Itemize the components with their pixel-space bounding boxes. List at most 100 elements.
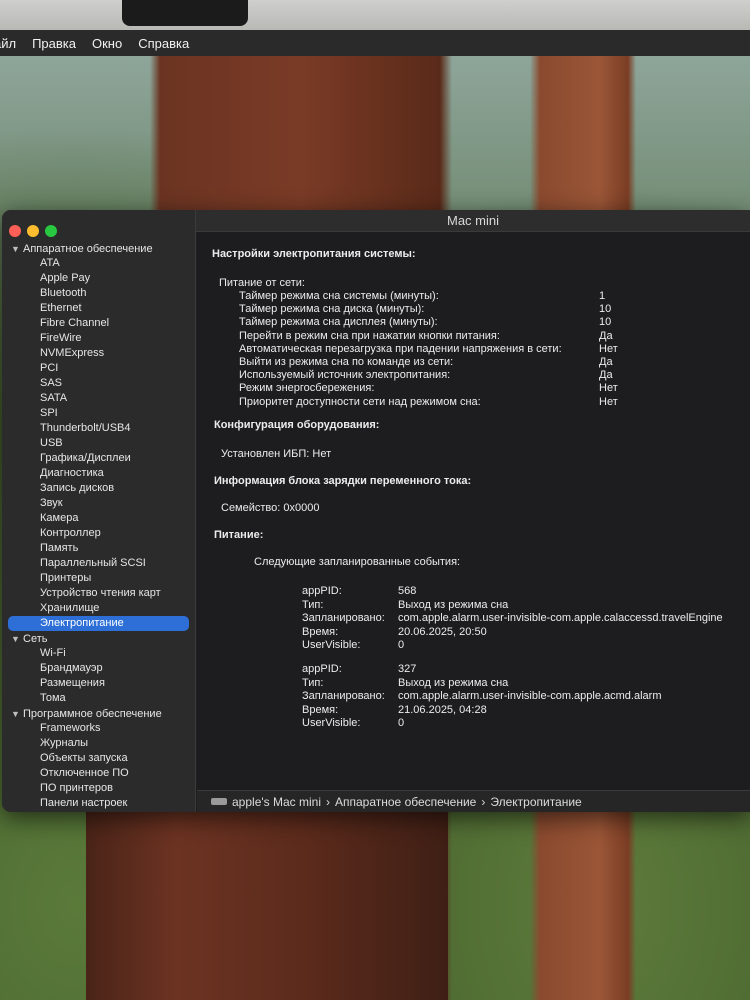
scheduled-events-heading: Следующие запланированные события: [254, 556, 461, 568]
event-field-label: Запланировано: [302, 690, 385, 702]
ac-setting-label: Таймер режима сна дисплея (минуты): [239, 316, 438, 328]
sidebar-item[interactable]: Fibre Channel [2, 316, 195, 331]
ac-setting-label: Используемый источник электропитания: [239, 369, 451, 381]
menu-help[interactable]: Справка [138, 36, 189, 51]
power-heading: Питание: [214, 529, 264, 541]
path-separator: › [481, 794, 486, 809]
sidebar-item[interactable]: Электропитание [8, 616, 189, 631]
sidebar-item[interactable]: Размещения [2, 676, 195, 691]
menu-window[interactable]: Окно [92, 36, 122, 51]
window-title: Mac mini [196, 210, 750, 232]
sidebar-group-label: Сеть [23, 632, 48, 645]
system-power-heading: Настройки электропитания системы: [212, 248, 416, 260]
sidebar-item[interactable]: Отключенное ПО [2, 766, 195, 781]
event-field-value: 0 [398, 639, 405, 651]
sidebar-item[interactable]: Параллельный SCSI [2, 556, 195, 571]
ac-setting-value: Нет [599, 382, 618, 394]
power-details-pane: Настройки электропитания системы: Питани… [197, 232, 750, 790]
menu-edit[interactable]: Правка [32, 36, 76, 51]
event-field-value: com.apple.alarm.user-invisible-com.apple… [398, 612, 723, 624]
sidebar-item[interactable]: FireWire [2, 331, 195, 346]
event-field-label: Тип: [302, 677, 324, 689]
event-field-value: com.apple.alarm.user-invisible-com.apple… [398, 690, 662, 702]
sidebar-item[interactable]: SAS [2, 376, 195, 391]
event-field-value: 568 [398, 585, 417, 597]
window-controls [9, 225, 57, 237]
event-field-value: 21.06.2025, 04:28 [398, 704, 487, 716]
sidebar-item[interactable]: Ethernet [2, 301, 195, 316]
charger-family: Семейство: 0x0000 [221, 502, 320, 514]
sidebar-group-hardware[interactable]: ▼ Аппаратное обеспечение [2, 241, 195, 256]
event-field-label: Время: [302, 704, 339, 716]
sidebar-item[interactable]: Запись дисков [2, 481, 195, 496]
event-field-label: appPID: [302, 585, 342, 597]
sidebar-item[interactable]: Диагностика [2, 466, 195, 481]
ac-setting-label: Режим энергосбережения: [239, 382, 375, 394]
event-field-label: UserVisible: [302, 639, 361, 651]
chevron-down-icon[interactable]: ▼ [11, 709, 23, 719]
event-field-label: UserVisible: [302, 717, 361, 729]
menu-bar: айл Правка Окно Справка [0, 30, 750, 56]
ac-setting-value: Да [599, 330, 613, 342]
sidebar-item[interactable]: Брандмауэр [2, 661, 195, 676]
sidebar-item[interactable]: Apple Pay [2, 271, 195, 286]
wallpaper-tree-trunk [86, 812, 448, 1000]
sidebar-item[interactable]: Память [2, 541, 195, 556]
sidebar-item[interactable]: Frameworks [2, 721, 195, 736]
sidebar-item[interactable]: Thunderbolt/USB4 [2, 421, 195, 436]
ac-setting-value: 1 [599, 290, 606, 302]
sidebar-item[interactable]: Панели настроек [2, 796, 195, 811]
sidebar-group-label: Программное обеспечение [23, 707, 162, 720]
path-page[interactable]: Электропитание [490, 791, 581, 813]
sidebar-item[interactable]: Bluetooth [2, 286, 195, 301]
path-device[interactable]: apple's Mac mini [232, 791, 321, 813]
ac-setting-label: Таймер режима сна системы (минуты): [239, 290, 439, 302]
sidebar-item[interactable]: Хранилище [2, 601, 195, 616]
menu-file[interactable]: айл [0, 36, 16, 51]
path-bar: apple's Mac mini › Аппаратное обеспечени… [197, 790, 750, 812]
event-field-value: Выход из режима сна [398, 677, 509, 689]
event-field-value: 20.06.2025, 20:50 [398, 626, 487, 638]
sidebar-item[interactable]: SPI [2, 406, 195, 421]
sidebar: ▼ Аппаратное обеспечение ATA Apple Pay Blu… [2, 210, 196, 812]
sidebar-item[interactable]: SATA [2, 391, 195, 406]
mac-mini-icon [211, 798, 227, 805]
zoom-button[interactable] [45, 225, 57, 237]
sidebar-item[interactable]: NVMExpress [2, 346, 195, 361]
sidebar-item[interactable]: Контроллер [2, 526, 195, 541]
chevron-down-icon[interactable]: ▼ [11, 244, 23, 254]
minimize-button[interactable] [27, 225, 39, 237]
ac-setting-label: Выйти из режима сна по команде из сети: [239, 356, 454, 368]
ups-installed: Установлен ИБП: Нет [221, 448, 332, 460]
event-field-value: 0 [398, 717, 405, 729]
camera-notch [122, 0, 248, 26]
ac-setting-value: Нет [599, 396, 618, 408]
sidebar-item[interactable]: Принтеры [2, 571, 195, 586]
sidebar-item[interactable]: Графика/Дисплеи [2, 451, 195, 466]
ac-setting-value: 10 [599, 303, 612, 315]
event-field-value: Выход из режима сна [398, 599, 509, 611]
sidebar-item[interactable]: Камера [2, 511, 195, 526]
sidebar-item[interactable]: Объекты запуска [2, 751, 195, 766]
sidebar-item[interactable]: Журналы [2, 736, 195, 751]
ac-power-label: Питание от сети: [219, 277, 305, 289]
sidebar-item[interactable]: Устройство чтения карт [2, 586, 195, 601]
sidebar-item[interactable]: PCI [2, 361, 195, 376]
path-separator: › [326, 794, 330, 809]
sidebar-group-network[interactable]: ▼ Сеть [2, 631, 195, 646]
event-field-label: appPID: [302, 663, 342, 675]
sidebar-item[interactable]: Звук [2, 496, 195, 511]
sidebar-item[interactable]: USB [2, 436, 195, 451]
event-field-value: 327 [398, 663, 417, 675]
sidebar-item[interactable]: ATA [2, 256, 195, 271]
close-button[interactable] [9, 225, 21, 237]
sidebar-item[interactable]: ПО принтеров [2, 781, 195, 796]
sidebar-group-software[interactable]: ▼ Программное обеспечение [2, 706, 195, 721]
path-section[interactable]: Аппаратное обеспечение [335, 791, 476, 813]
chevron-down-icon[interactable]: ▼ [11, 634, 23, 644]
ac-charger-heading: Информация блока зарядки переменного ток… [214, 475, 472, 487]
sidebar-item[interactable]: Wi-Fi [2, 646, 195, 661]
ac-setting-value: Да [599, 356, 613, 368]
ac-setting-value: Нет [599, 343, 618, 355]
sidebar-item[interactable]: Тома [2, 691, 195, 706]
